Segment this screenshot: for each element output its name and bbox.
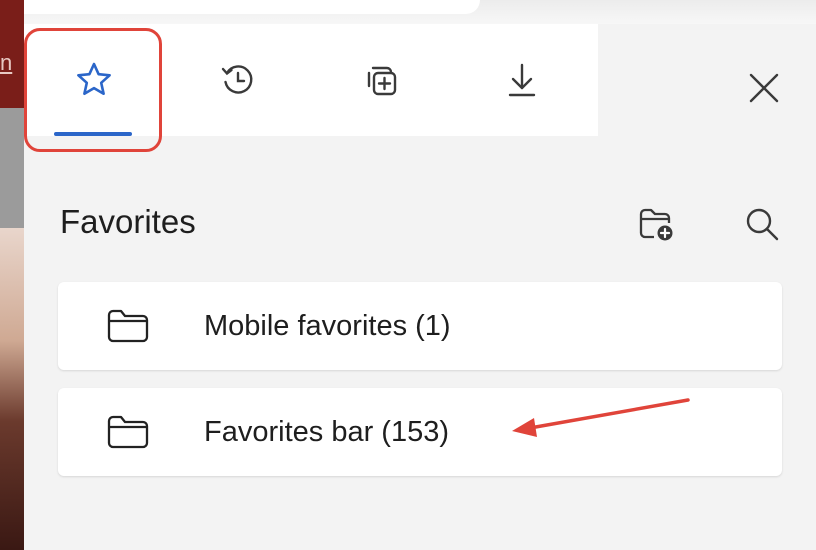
list-item-favorites-bar[interactable]: Favorites bar (153)	[58, 388, 782, 476]
panel-tab-bar	[24, 24, 598, 136]
tab-favorites[interactable]	[44, 24, 144, 136]
list-item-label: Favorites bar (153)	[204, 416, 449, 448]
background-link-glyph: n	[0, 50, 13, 75]
download-icon	[508, 63, 536, 97]
background-gray-block	[0, 108, 24, 228]
background-photo	[0, 228, 24, 550]
star-icon	[77, 62, 111, 95]
history-icon	[221, 65, 253, 94]
panel-title: Favorites	[60, 203, 196, 240]
tab-downloads[interactable]	[472, 24, 572, 136]
tab-history[interactable]	[188, 24, 288, 136]
list-item-mobile-favorites[interactable]: Mobile favorites (1)	[58, 282, 782, 370]
close-button[interactable]	[736, 60, 792, 116]
search-icon	[746, 208, 779, 241]
folder-icon	[106, 414, 150, 450]
folder-icon	[106, 308, 150, 344]
browser-top-edge	[0, 0, 816, 24]
tab-collections[interactable]	[331, 24, 431, 136]
search-button[interactable]	[738, 200, 786, 248]
close-icon	[749, 73, 779, 103]
add-folder-button[interactable]	[632, 200, 680, 248]
list-item-label: Mobile favorites (1)	[204, 310, 451, 342]
background-page: n	[0, 0, 24, 550]
active-tab-indicator	[54, 132, 132, 136]
favorites-panel: Favorites Mobile favorites (1) Favorites…	[24, 24, 816, 550]
add-folder-icon	[639, 208, 673, 241]
address-bar-edge	[0, 0, 480, 14]
collections-icon	[367, 66, 397, 96]
